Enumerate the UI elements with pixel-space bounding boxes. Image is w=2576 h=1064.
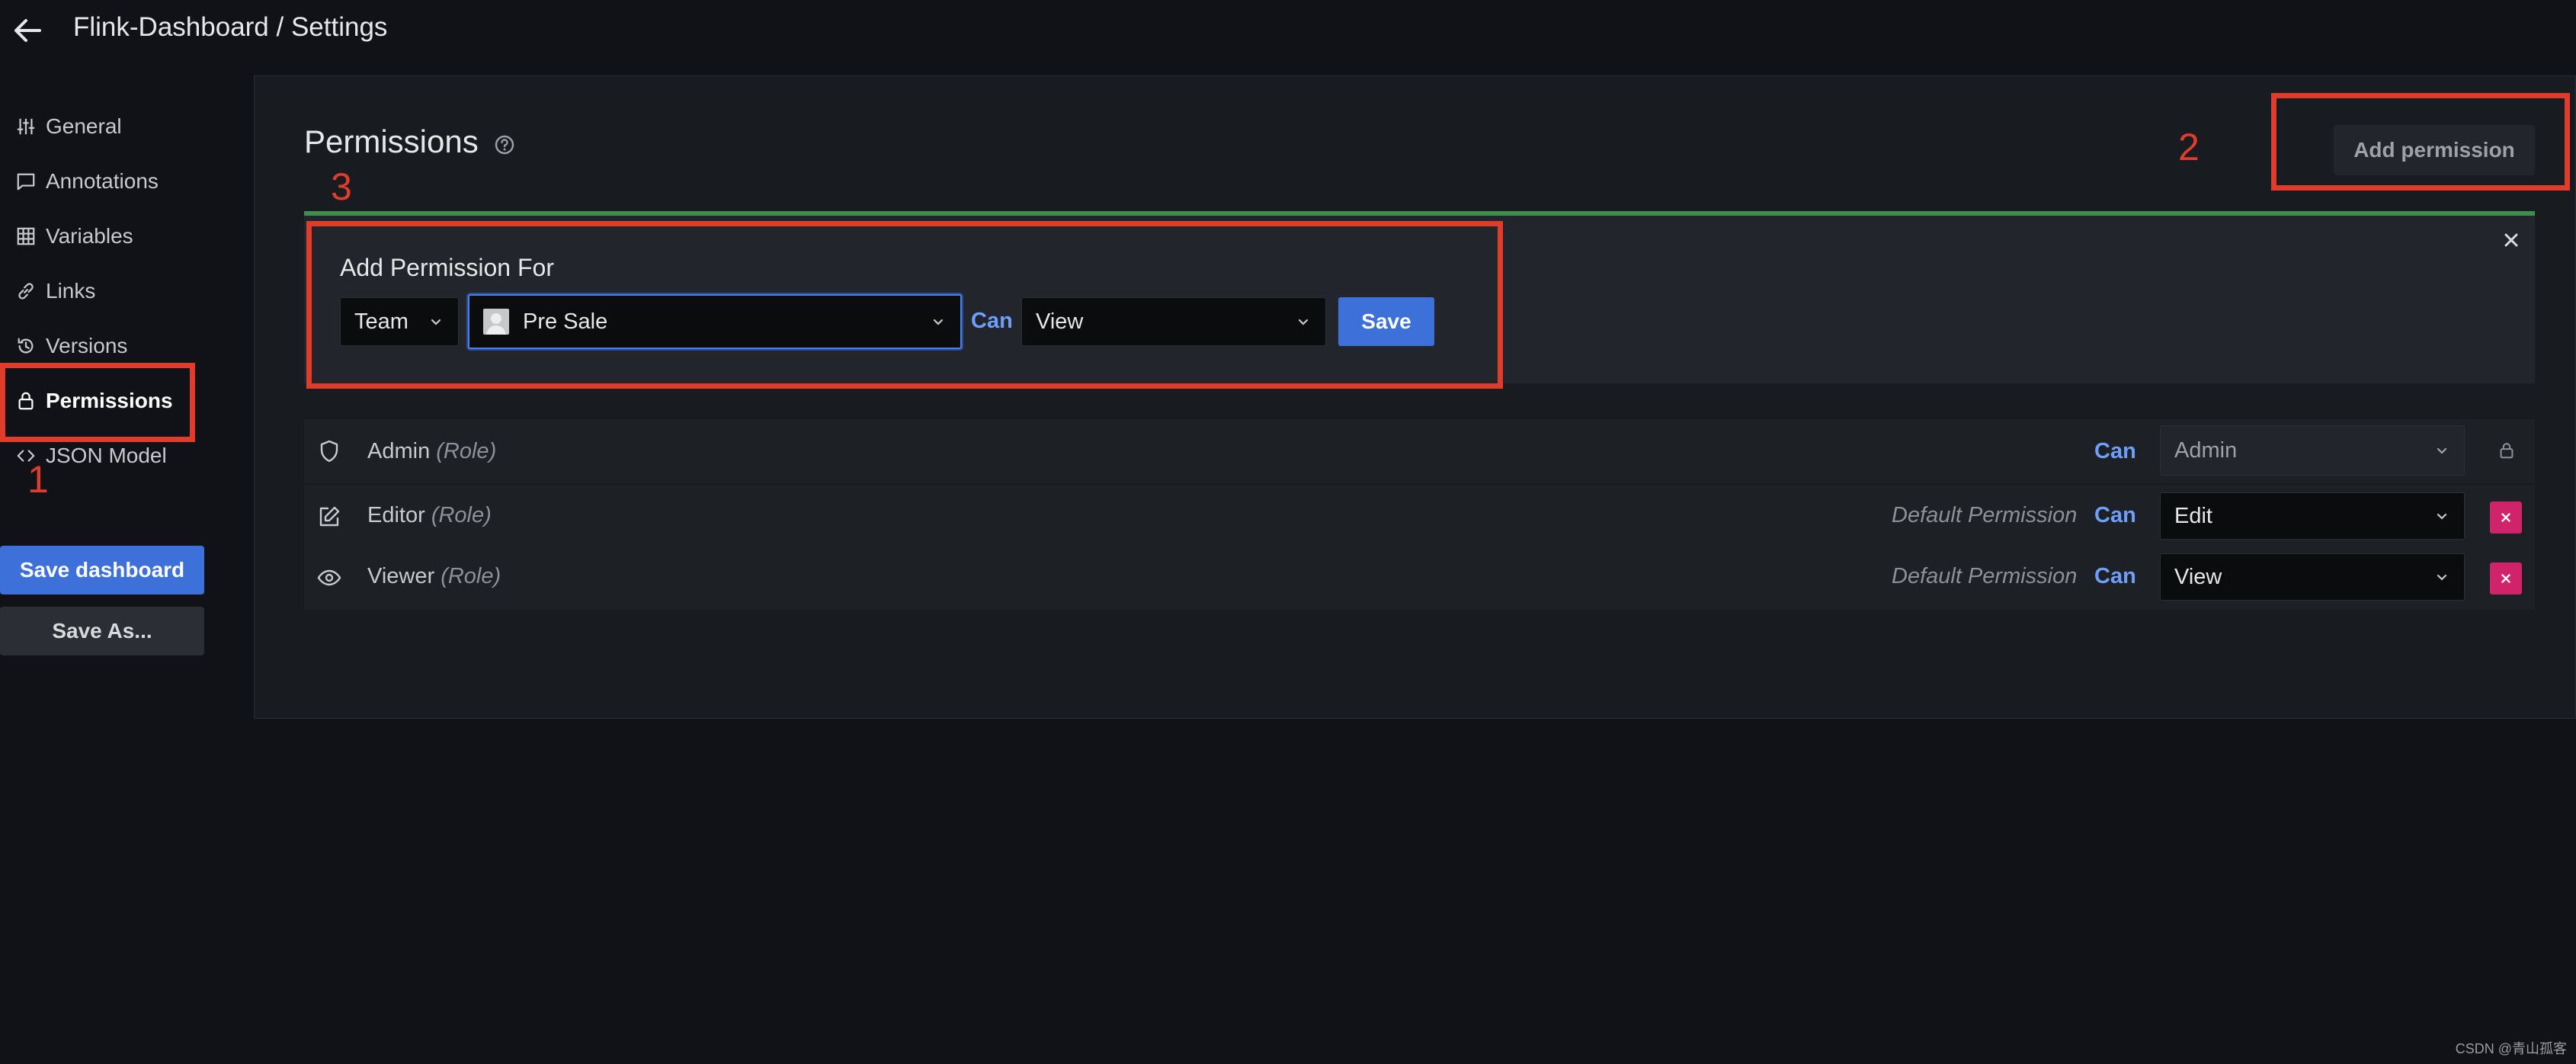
close-icon[interactable] <box>2500 229 2523 252</box>
annotation-number-2: 2 <box>2178 126 2200 168</box>
annotation-number-1: 1 <box>27 458 49 501</box>
lock-icon <box>2497 441 2518 462</box>
shield-icon <box>317 439 341 463</box>
permission-principal: Admin (Role) <box>367 439 497 463</box>
sidebar-item-variables[interactable]: Variables <box>15 216 133 256</box>
chevron-down-icon <box>2437 574 2447 581</box>
sidebar-item-label: Annotations <box>46 169 159 193</box>
remove-permission-button[interactable] <box>2490 562 2522 594</box>
select-value: Admin <box>2174 437 2238 463</box>
permission-principal: Editor (Role) <box>367 503 492 527</box>
chevron-down-icon <box>2437 513 2447 520</box>
sidebar-item-label: Versions <box>46 334 128 357</box>
annotation-box-2 <box>2271 93 2570 191</box>
sidebar-item-label: JSON Model <box>46 444 167 467</box>
default-permission-label: Default Permission <box>1892 564 2078 588</box>
section-title: Permissions <box>304 123 479 159</box>
sidebar-item-label: Links <box>46 279 96 303</box>
annotation-box-1 <box>0 363 195 442</box>
link-icon <box>15 280 37 302</box>
table-icon <box>15 226 37 247</box>
default-permission-label: Default Permission <box>1892 503 2078 527</box>
sidebar-item-general[interactable]: General <box>15 107 122 146</box>
save-as-button[interactable]: Save As... <box>0 607 204 655</box>
sidebar-item-annotations[interactable]: Annotations <box>15 162 159 201</box>
watermark: CSDN @青山孤客 <box>2455 1041 2567 1056</box>
can-label: Can <box>2094 503 2136 527</box>
annotation-box-3 <box>306 221 1503 389</box>
settings-panel <box>254 75 2576 719</box>
remove-permission-button[interactable] <box>2490 502 2522 534</box>
close-icon <box>2501 513 2510 522</box>
permission-level-select-admin: Admin <box>2160 425 2465 476</box>
permission-level-select-editor[interactable]: Edit <box>2160 492 2465 540</box>
sliders-icon <box>15 116 37 137</box>
back-arrow-icon[interactable] <box>11 14 44 47</box>
sidebar-item-versions[interactable]: Versions <box>15 326 127 366</box>
close-icon <box>2501 574 2510 583</box>
eye-icon <box>317 566 341 590</box>
can-label: Can <box>2094 439 2136 463</box>
edit-icon <box>317 505 341 529</box>
page-title: Flink-Dashboard / Settings <box>73 12 388 42</box>
comment-icon <box>15 171 37 192</box>
help-circle-icon[interactable] <box>494 134 515 155</box>
sidebar-item-label: General <box>46 114 122 138</box>
history-icon <box>15 335 37 357</box>
select-value: Edit <box>2174 503 2212 528</box>
sidebar-item-links[interactable]: Links <box>15 271 95 311</box>
can-label: Can <box>2094 564 2136 588</box>
sidebar-item-label: Variables <box>46 224 133 248</box>
chevron-down-icon <box>2437 447 2447 454</box>
save-dashboard-button[interactable]: Save dashboard <box>0 546 204 594</box>
permission-principal: Viewer (Role) <box>367 564 501 588</box>
permission-level-select-viewer[interactable]: View <box>2160 553 2465 601</box>
select-value: View <box>2174 564 2222 589</box>
annotation-number-3: 3 <box>331 165 352 208</box>
